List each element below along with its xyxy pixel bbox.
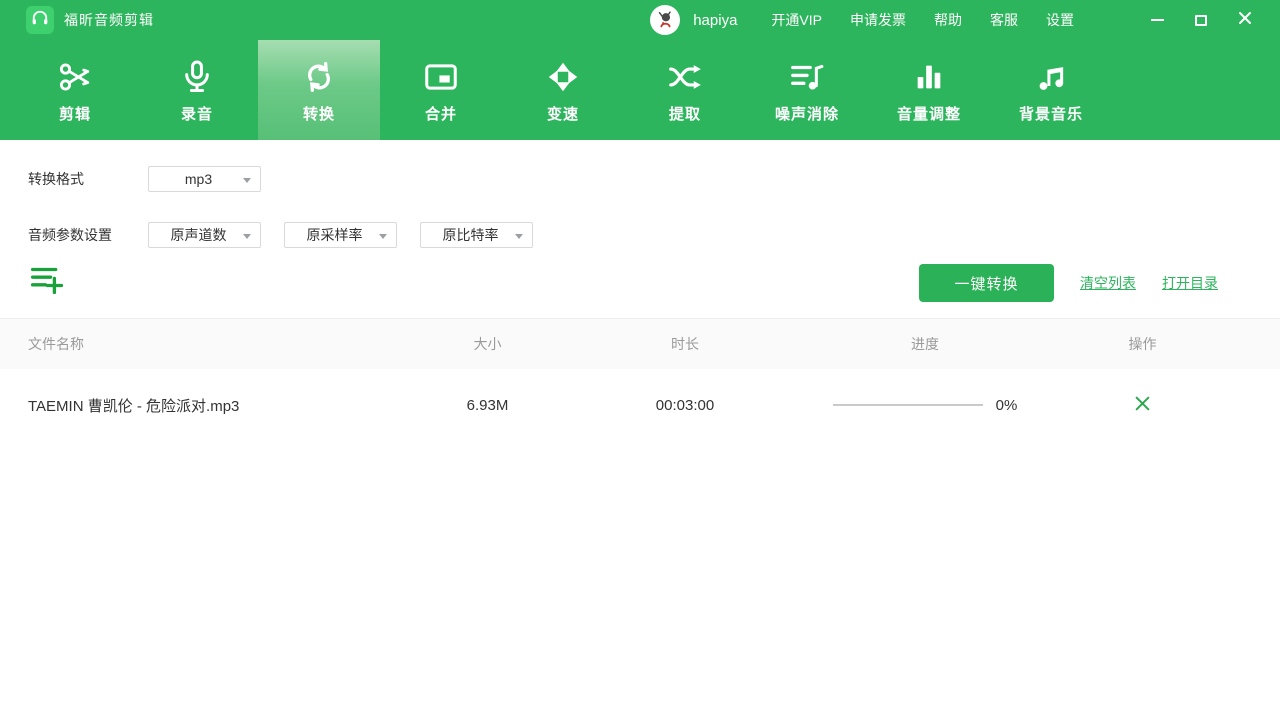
volume-bars-icon xyxy=(912,57,946,97)
menu-item-help[interactable]: 帮助 xyxy=(934,10,962,30)
tool-background-music[interactable]: 背景音乐 xyxy=(990,40,1112,140)
app-logo xyxy=(26,6,54,34)
shuffle-extract-icon xyxy=(666,57,704,97)
tool-label: 剪辑 xyxy=(59,103,91,124)
tool-label: 转换 xyxy=(303,103,335,124)
tool-label: 变速 xyxy=(547,103,579,124)
format-label: 转换格式 xyxy=(28,169,148,189)
file-name: TAEMIN 曹凯伦 - 危险派对.mp3 xyxy=(0,395,390,416)
user-avatar[interactable] xyxy=(650,5,680,35)
maximize-icon xyxy=(1195,15,1207,26)
header-progress: 进度 xyxy=(785,334,1065,354)
sample-rate-select[interactable]: 原采样率 xyxy=(284,222,397,248)
file-size: 6.93M xyxy=(390,397,585,414)
chevron-down-icon xyxy=(515,234,523,239)
music-note-icon xyxy=(1033,57,1069,97)
app-title: 福昕音频剪辑 xyxy=(64,10,154,30)
tool-convert[interactable]: 转换 xyxy=(258,40,380,140)
toolbar: 剪辑 录音 转换 合并 xyxy=(0,40,1280,140)
tool-label: 背景音乐 xyxy=(1019,103,1083,124)
format-row: 转换格式 mp3 xyxy=(28,140,1280,192)
tool-label: 音量调整 xyxy=(897,103,961,124)
tool-label: 录音 xyxy=(181,103,213,124)
tool-label: 噪声消除 xyxy=(775,103,839,124)
tool-label: 提取 xyxy=(669,103,701,124)
maximize-button[interactable] xyxy=(1186,5,1216,35)
titlebar: 福昕音频剪辑 hapiya 开通VIP 申请发票 帮助 客服 设置 xyxy=(0,0,1280,40)
file-duration: 00:03:00 xyxy=(585,397,785,414)
tool-extract[interactable]: 提取 xyxy=(624,40,746,140)
titlebar-menu: 开通VIP 申请发票 帮助 客服 设置 xyxy=(771,10,1102,30)
close-icon xyxy=(1238,11,1252,30)
add-file-list-icon xyxy=(30,265,66,302)
username[interactable]: hapiya xyxy=(693,12,737,29)
format-select-value: mp3 xyxy=(185,171,212,187)
progress-percent: 0% xyxy=(996,397,1018,414)
one-click-convert-button[interactable]: 一键转换 xyxy=(919,264,1054,302)
tool-volume-adjust[interactable]: 音量调整 xyxy=(868,40,990,140)
minimize-icon xyxy=(1151,19,1164,21)
action-row: 一键转换 清空列表 打开目录 xyxy=(0,264,1280,302)
channels-select[interactable]: 原声道数 xyxy=(148,222,261,248)
scissors-icon xyxy=(56,57,94,97)
table-row: TAEMIN 曹凯伦 - 危险派对.mp3 6.93M 00:03:00 0% xyxy=(0,369,1280,441)
speed-pad-icon xyxy=(545,57,581,97)
titlebar-right: hapiya 开通VIP 申请发票 帮助 客服 设置 xyxy=(650,5,1280,35)
header-duration: 时长 xyxy=(585,334,785,354)
chevron-down-icon xyxy=(379,234,387,239)
table-header: 文件名称 大小 时长 进度 操作 xyxy=(0,319,1280,369)
params-label: 音频参数设置 xyxy=(28,225,148,245)
minimize-button[interactable] xyxy=(1142,5,1172,35)
open-folder-link[interactable]: 打开目录 xyxy=(1162,273,1218,293)
window-controls xyxy=(1128,5,1280,35)
chevron-down-icon xyxy=(243,178,251,183)
progress-cell: 0% xyxy=(785,397,1065,414)
operation-cell xyxy=(1065,393,1220,417)
bitrate-select-value: 原比特率 xyxy=(443,225,499,245)
tool-speed[interactable]: 变速 xyxy=(502,40,624,140)
tool-record[interactable]: 录音 xyxy=(136,40,258,140)
sample-rate-select-value: 原采样率 xyxy=(307,225,363,245)
chevron-down-icon xyxy=(243,234,251,239)
tool-noise-removal[interactable]: 噪声消除 xyxy=(746,40,868,140)
tool-clip[interactable]: 剪辑 xyxy=(14,40,136,140)
params-row: 音频参数设置 原声道数 原采样率 原比特率 xyxy=(28,222,1280,248)
file-table: 文件名称 大小 时长 进度 操作 TAEMIN 曹凯伦 - 危险派对.mp3 6… xyxy=(0,318,1280,441)
tool-merge[interactable]: 合并 xyxy=(380,40,502,140)
close-button[interactable] xyxy=(1230,5,1260,35)
convert-arrows-icon xyxy=(300,57,338,97)
channels-select-value: 原声道数 xyxy=(171,225,227,245)
format-select[interactable]: mp3 xyxy=(148,166,261,192)
merge-icon xyxy=(422,57,460,97)
playlist-note-icon xyxy=(788,57,826,97)
microphone-icon xyxy=(178,57,216,97)
tool-label: 合并 xyxy=(425,103,457,124)
main-content: 转换格式 mp3 音频参数设置 原声道数 原采样率 原比特率 xyxy=(0,140,1280,720)
menu-item-vip[interactable]: 开通VIP xyxy=(771,10,822,30)
header-size: 大小 xyxy=(390,334,585,354)
menu-item-invoice[interactable]: 申请发票 xyxy=(850,10,906,30)
menu-item-support[interactable]: 客服 xyxy=(990,10,1018,30)
delete-file-button[interactable] xyxy=(1131,393,1155,417)
bitrate-select[interactable]: 原比特率 xyxy=(420,222,533,248)
close-x-icon xyxy=(1134,395,1151,416)
headphones-icon xyxy=(30,8,50,33)
progress-bar xyxy=(833,404,983,406)
clear-list-link[interactable]: 清空列表 xyxy=(1080,273,1136,293)
header-file-name: 文件名称 xyxy=(0,334,390,354)
add-files-button[interactable] xyxy=(30,265,66,302)
menu-item-settings[interactable]: 设置 xyxy=(1046,10,1074,30)
header-operation: 操作 xyxy=(1065,334,1220,354)
action-buttons: 一键转换 清空列表 打开目录 xyxy=(919,264,1218,302)
